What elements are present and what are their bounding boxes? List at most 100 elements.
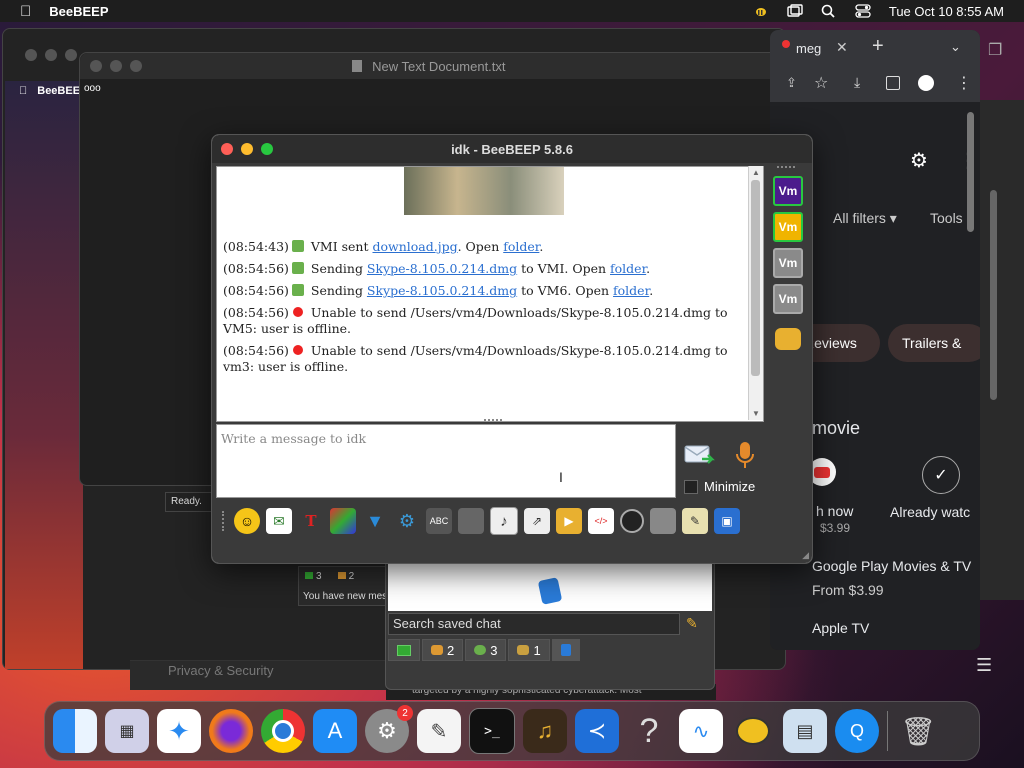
filter-sliders-icon[interactable]: ☰ (976, 655, 992, 676)
chat-history[interactable]: (08:54:43) VMI sent download.jpg. Open f… (216, 166, 764, 422)
google-play-title[interactable]: Google Play Movies & TV (812, 558, 971, 574)
already-watched-label[interactable]: Already watc (890, 504, 970, 520)
open-folder-link[interactable]: folder (613, 283, 649, 298)
unknown-app-icon[interactable]: ? (627, 709, 671, 753)
preview-icon[interactable]: ▤ (783, 709, 827, 753)
safari-icon[interactable]: ✦ (157, 709, 201, 753)
terminal-icon[interactable]: >_ (469, 708, 515, 754)
user-avatar-0[interactable]: Vm (773, 176, 803, 206)
spellcheck-icon[interactable]: ABC (426, 508, 452, 534)
vscode-icon[interactable]: ≺ (575, 709, 619, 753)
html-code-icon[interactable]: </> (588, 508, 614, 534)
resize-grip-icon[interactable]: ◢ (802, 550, 809, 561)
settings-gears-icon[interactable]: ⚙ (394, 508, 420, 534)
new-tab-icon[interactable]: + (872, 35, 884, 58)
tab-overview-icon[interactable]: ❐ (988, 40, 1002, 60)
app-store-icon[interactable]: A (313, 709, 357, 753)
tab-messages[interactable]: 3 (465, 639, 507, 661)
trash-icon[interactable]: 🗑 (896, 709, 940, 753)
new-message-notice[interactable]: 3 2 You have new mes (298, 566, 388, 606)
color-icon[interactable] (330, 508, 356, 534)
chat-scrollbar[interactable]: ▲ ▼ (748, 166, 763, 420)
file-link[interactable]: download.jpg (372, 239, 457, 254)
tab-search-chevron-icon[interactable]: ⌄ (950, 39, 961, 55)
user-avatar-1[interactable]: Vm (773, 212, 803, 242)
share-file-icon[interactable]: ⇗ (524, 508, 550, 534)
font-icon[interactable]: T (298, 508, 324, 534)
received-image-preview[interactable] (404, 167, 564, 215)
menubar-app-name[interactable]: BeeBEEP (49, 4, 108, 19)
minimize-checkbox-box[interactable] (684, 479, 698, 494)
send-file-icon[interactable]: ♪ (490, 507, 518, 535)
tab-groups[interactable]: 1 (508, 639, 550, 661)
tools-button[interactable]: Tools (930, 210, 963, 226)
check-icon[interactable]: ✓ (922, 456, 960, 494)
word-completion-icon[interactable] (458, 508, 484, 534)
watch-now-label[interactable]: h now (816, 503, 853, 519)
message-input[interactable]: Write a message to idk I (216, 424, 676, 498)
filter-funnel-icon[interactable]: ▼ (362, 508, 388, 534)
firefox-icon[interactable] (209, 709, 253, 753)
group-users-icon[interactable] (775, 328, 801, 350)
emoticons-icon[interactable]: ☺ (234, 508, 260, 534)
notes-icon[interactable]: ✎ (682, 508, 708, 534)
send-folder-icon[interactable]: ▶ (556, 508, 582, 534)
splitter-grip[interactable] (484, 419, 502, 425)
send-message-button[interactable] (684, 443, 716, 469)
file-link[interactable]: Skype-8.105.0.214.dmg (367, 283, 517, 298)
freeform-icon[interactable]: ∿ (679, 709, 723, 753)
voice-message-button[interactable] (734, 441, 756, 471)
screenshot-icon[interactable] (620, 509, 644, 533)
clear-search-broom-icon[interactable]: ✎ (686, 615, 698, 632)
quicktime-icon[interactable]: Q (835, 709, 879, 753)
launchpad-icon[interactable]: ▦ (105, 709, 149, 753)
finder-icon[interactable] (53, 709, 97, 753)
tab-chats[interactable] (388, 639, 420, 661)
all-filters-button[interactable]: All filters ▾ (833, 210, 897, 227)
open-folder-link[interactable]: folder (610, 261, 646, 276)
search-saved-chat-input[interactable]: Search saved chat (388, 613, 680, 635)
share-icon[interactable]: ⇪ (786, 75, 797, 91)
tab-close-icon[interactable]: ✕ (836, 39, 848, 56)
screen-capture-icon[interactable] (650, 508, 676, 534)
minimize-checkbox[interactable]: Minimize (684, 479, 755, 494)
scroll-down-arrow-icon[interactable]: ▼ (752, 409, 760, 418)
user-avatar-2[interactable]: Vm (773, 248, 803, 278)
chrome-menu-icon[interactable]: ⋮ (956, 73, 972, 93)
profile-avatar-icon[interactable] (918, 75, 934, 91)
system-settings-icon[interactable]: ⚙ 2 (365, 705, 413, 753)
beebeep-titlebar[interactable]: idk - BeeBEEP 5.8.6 (212, 135, 812, 163)
save-chat-icon[interactable]: ▣ (714, 508, 740, 534)
beebeep-dock-icon[interactable] (731, 709, 775, 753)
settings-gear-icon[interactable]: ⚙ (910, 148, 928, 173)
window-zoom-button[interactable] (261, 143, 273, 155)
right-edge-scrollbar[interactable] (990, 190, 997, 400)
window-close-button[interactable] (221, 143, 233, 155)
chip-trailers[interactable]: Trailers & (888, 324, 980, 362)
apple-tv-label[interactable]: Apple TV (812, 620, 869, 636)
file-link[interactable]: Skype-8.105.0.214.dmg (367, 261, 517, 276)
chrome-icon[interactable] (261, 709, 305, 753)
open-folder-link[interactable]: folder (503, 239, 539, 254)
menubar-clock[interactable]: Tue Oct 10 8:55 AM (889, 4, 1004, 19)
download-icon[interactable]: ⤓ (854, 74, 860, 91)
chat-scroll-thumb[interactable] (751, 180, 760, 376)
toolbar-grip[interactable] (222, 511, 228, 531)
spotlight-search-icon[interactable] (821, 4, 837, 18)
chrome-scrollbar[interactable] (967, 112, 974, 232)
privacy-security-item[interactable]: Privacy & Security (130, 660, 386, 690)
tab-saved-chats[interactable] (551, 639, 580, 661)
panel-grip[interactable] (777, 166, 795, 172)
chrome-tab-label[interactable]: meg (796, 41, 821, 56)
window-switcher-icon[interactable] (787, 4, 803, 18)
email-icon[interactable]: ✉ (266, 508, 292, 534)
beebeep-status-icon[interactable] (753, 4, 769, 18)
control-center-icon[interactable] (855, 4, 871, 18)
window-minimize-button[interactable] (241, 143, 253, 155)
side-panel-icon[interactable] (886, 76, 900, 90)
bookmark-star-icon[interactable]: ☆ (814, 73, 828, 93)
apple-menu-icon[interactable]:  (20, 3, 31, 20)
user-avatar-3[interactable]: Vm (773, 284, 803, 314)
tab-users[interactable]: 2 (422, 639, 464, 661)
scroll-up-arrow-icon[interactable]: ▲ (752, 168, 760, 177)
